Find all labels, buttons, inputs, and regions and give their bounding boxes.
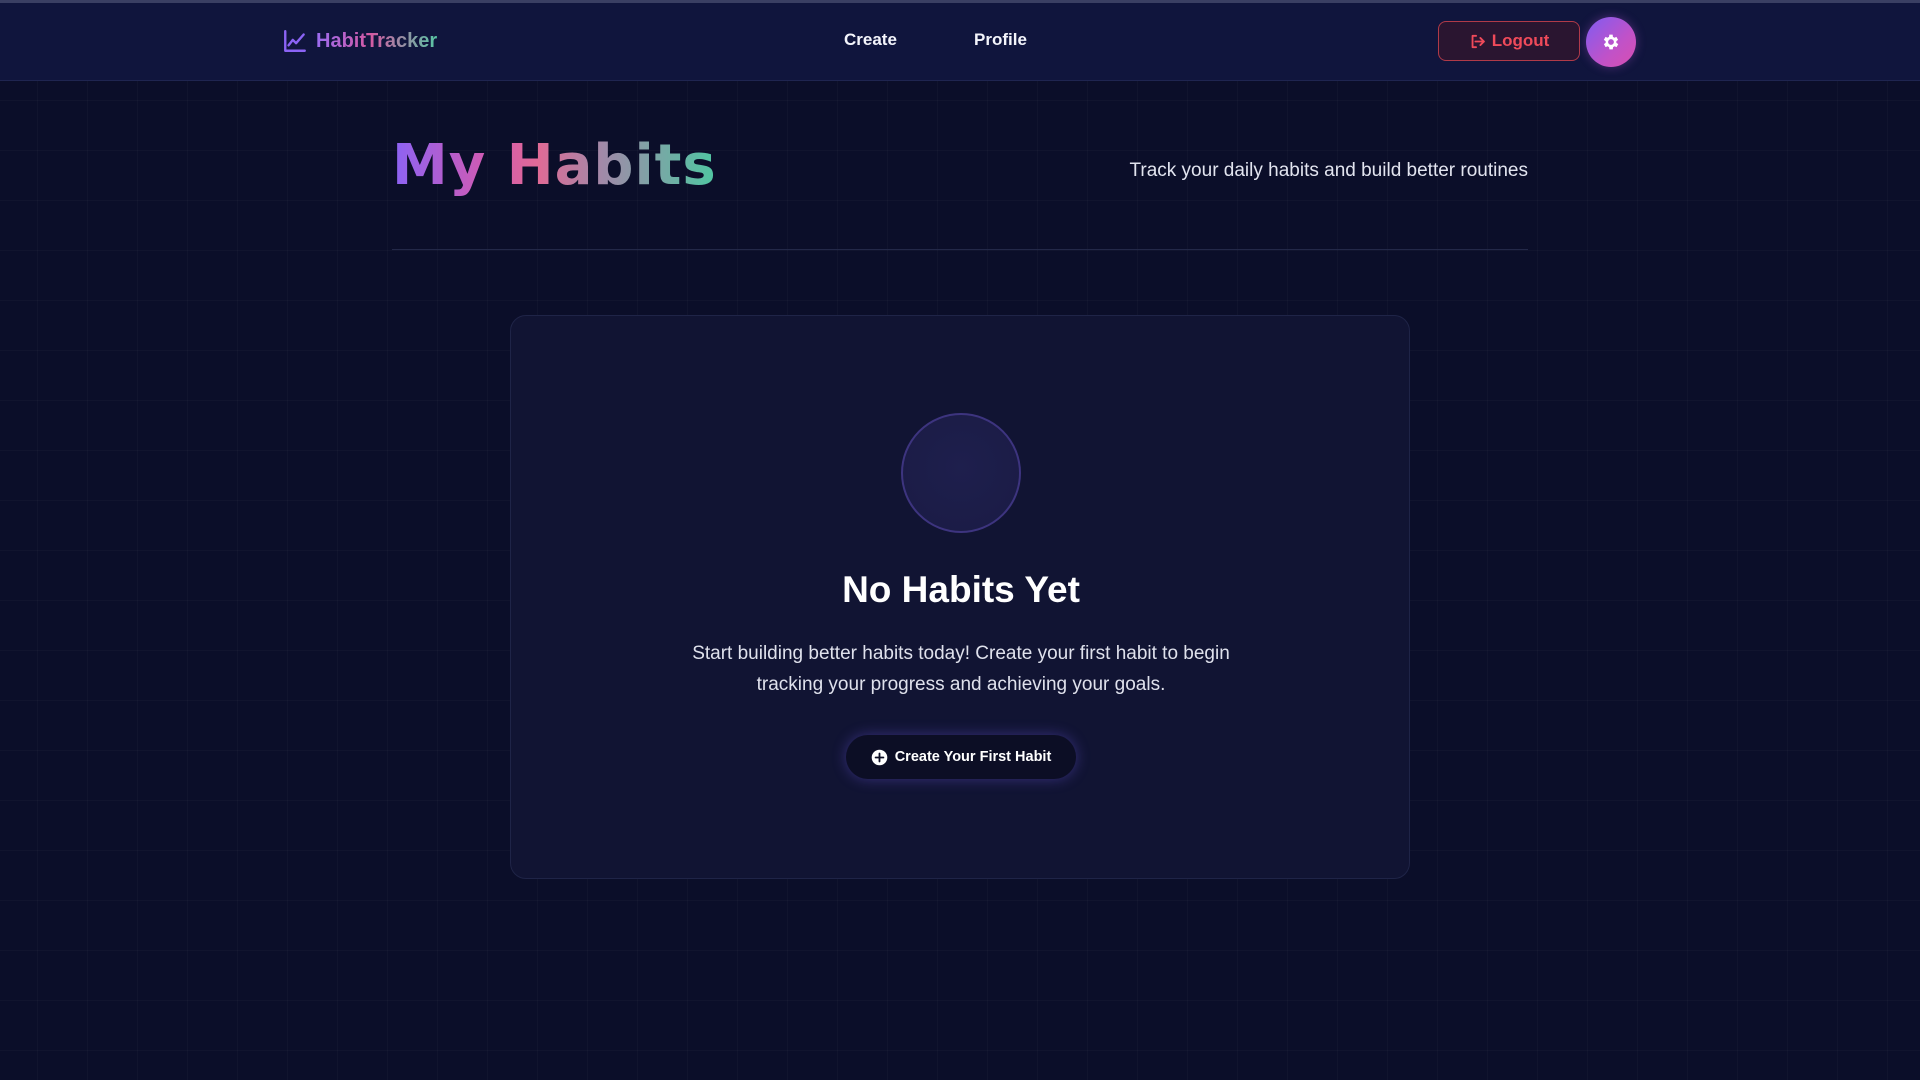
nav-profile-link[interactable]: Profile — [974, 30, 1027, 50]
empty-state-card: No Habits Yet Start building better habi… — [510, 315, 1410, 879]
settings-button[interactable] — [1586, 17, 1636, 67]
logout-button[interactable]: Logout — [1438, 21, 1580, 61]
brand-name: HabitTracker — [316, 29, 438, 52]
plus-circle-icon — [871, 749, 887, 765]
gear-icon — [1603, 34, 1619, 50]
empty-state-illustration — [901, 413, 1021, 533]
chart-line-icon — [284, 30, 306, 52]
nav-create-link[interactable]: Create — [844, 30, 897, 50]
create-first-habit-label: Create Your First Habit — [894, 749, 1052, 765]
sign-out-icon — [1471, 34, 1485, 48]
create-first-habit-button[interactable]: Create Your First Habit — [846, 735, 1076, 779]
top-navbar: HabitTracker Create Profile Logout — [0, 3, 1920, 81]
brand-logo[interactable]: HabitTracker — [282, 28, 437, 54]
logout-label: Logout — [1491, 31, 1550, 50]
empty-state-title: No Habits Yet — [842, 569, 1080, 610]
header-divider — [392, 249, 1528, 250]
page-subtitle: Track your daily habits and build better… — [1129, 160, 1528, 181]
page-title: My Habits — [392, 128, 717, 204]
empty-state-description: Start building better habits today! Crea… — [692, 643, 1230, 695]
